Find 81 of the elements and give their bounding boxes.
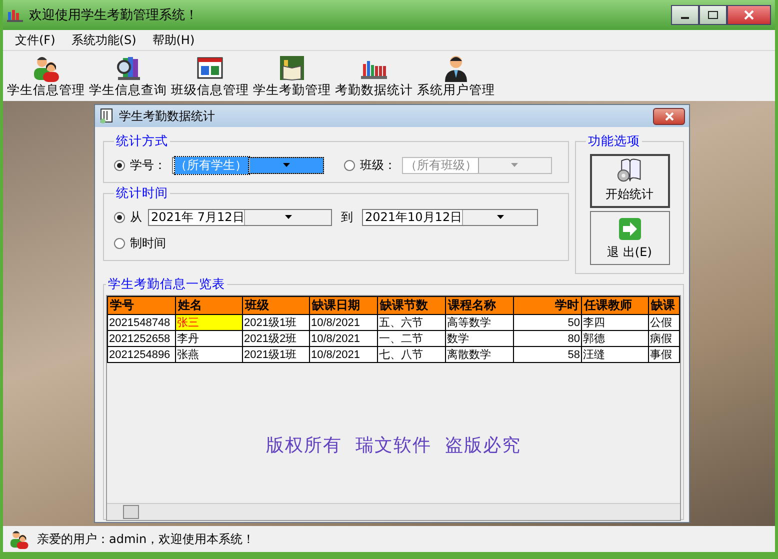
list-group: 学生考勤信息一览表 学号 姓名 班级 缺课日期 缺课节数 课程名称 学时 任课教师 缺课 2021548748 张三 2021级1班 10/8/2021 五、六节 高等数学 50 李四 公假 2021252658 李丹 2021级2班 10/8/2021 一、二节 数学 80 郭德 病假 2021254896 张燕 2021级1班 10/8/2021 七、八节 离散数学 58 汪缝 事假 版权所有 瑞文软件 盗版必究 <box>103 276 684 520</box>
toolbar-button[interactable]: 学生考勤管理 <box>253 51 331 101</box>
table-cell: 2021级1班 <box>242 314 310 330</box>
table-cell: 高等数学 <box>446 314 514 330</box>
column-header[interactable]: 缺课节数 <box>378 296 446 314</box>
radio-button[interactable]: 学号： <box>114 156 166 174</box>
table-cell: 50 <box>514 314 582 330</box>
table-cell: 2021254896 <box>108 346 176 362</box>
caret-icon <box>511 163 518 167</box>
start-button[interactable]: 开始统计 <box>590 154 670 208</box>
toolbar-button[interactable]: 考勤数据统计 <box>335 51 413 101</box>
table-cell: 张燕 <box>176 346 242 362</box>
table-cell: 事假 <box>648 346 680 362</box>
dropdown[interactable]: 2021年 7月12日 <box>148 208 332 226</box>
minimize-button[interactable] <box>671 5 699 25</box>
table-cell: 汪缝 <box>582 346 648 362</box>
radio-button[interactable]: 制时间 <box>114 234 166 252</box>
menu-item[interactable]: 系统功能(S) <box>65 32 142 48</box>
table-cell: 2021252658 <box>108 330 176 346</box>
open-book-icon <box>278 54 306 82</box>
user-icon <box>442 54 470 82</box>
window-title: 欢迎使用学生考勤管理系统！ <box>29 7 198 24</box>
table-cell: 七、八节 <box>378 346 446 362</box>
column-header[interactable]: 缺课日期 <box>310 296 378 314</box>
table-cell: 病假 <box>648 330 680 346</box>
copyright-notice: 版权所有 瑞文软件 盗版必究 <box>265 434 522 457</box>
table-cell: 80 <box>514 330 582 346</box>
caret-icon <box>496 215 504 219</box>
book-icon <box>99 108 115 124</box>
table-cell: 2021548748 <box>108 314 176 330</box>
table-cell: 五、六节 <box>378 314 446 330</box>
to-label: 到 <box>340 208 354 226</box>
maximize-button[interactable] <box>699 5 727 25</box>
toolbar-button[interactable]: 学生信息管理 <box>7 51 85 101</box>
horizontal-scrollbar[interactable] <box>107 503 680 520</box>
table-cell: 10/8/2021 <box>310 314 378 330</box>
table-cell: 一、二节 <box>378 330 446 346</box>
close-icon <box>744 10 754 20</box>
user-status-icon <box>9 529 29 549</box>
table-cell: 张三 <box>176 314 242 330</box>
table-cell: 公假 <box>648 314 680 330</box>
table-cell: 58 <box>514 346 582 362</box>
column-header[interactable]: 任课教师 <box>582 296 648 314</box>
radio-button[interactable]: 从 <box>114 208 142 226</box>
table-cell: 2021级1班 <box>242 346 310 362</box>
close-button[interactable] <box>653 108 685 124</box>
toolbar-button[interactable]: 班级信息管理 <box>171 51 249 101</box>
table-cell: 李丹 <box>176 330 242 346</box>
exit-button[interactable]: 退 出(E) <box>590 211 670 265</box>
close-icon <box>664 112 674 120</box>
dialog-title: 学生考勤数据统计 <box>119 108 215 124</box>
table-cell: 李四 <box>582 314 648 330</box>
app-logo-icon <box>7 8 23 22</box>
table-cell: 10/8/2021 <box>310 330 378 346</box>
column-header[interactable]: 班级 <box>242 296 310 314</box>
arrow-right-icon <box>618 217 642 241</box>
caret-icon <box>284 215 292 219</box>
column-header[interactable]: 课程名称 <box>446 296 514 314</box>
column-header[interactable]: 姓名 <box>176 296 242 314</box>
close-button[interactable] <box>727 5 771 25</box>
table-cell: 10/8/2021 <box>310 346 378 362</box>
table-cell: 2021级2班 <box>242 330 310 346</box>
menu-item[interactable]: 帮助(H) <box>146 32 201 48</box>
time-group: 统计时间 从 2021年 7月12日 到 2021年10月12日 制时间 <box>103 185 569 261</box>
toolbar-button[interactable]: 系统用户管理 <box>417 51 495 101</box>
table-cell: 郭德 <box>582 330 648 346</box>
maximize-icon <box>708 11 718 19</box>
mode-group: 统计方式 学号： （所有学生） 班级： （所有班级） <box>103 133 569 183</box>
column-header[interactable]: 缺课 <box>648 296 680 314</box>
column-header[interactable]: 学号 <box>108 296 176 314</box>
caret-icon <box>282 163 290 167</box>
people-icon <box>32 54 60 82</box>
table-cell: 数学 <box>446 330 514 346</box>
column-header[interactable]: 学时 <box>514 296 582 314</box>
toolbar-button[interactable]: 学生信息查询 <box>89 51 167 101</box>
function-group: 功能选项 开始统计 退 出(E) <box>575 133 684 274</box>
magnifier-books-icon <box>114 54 142 82</box>
status-text: 亲爱的用户：admin，欢迎使用本系统！ <box>37 530 255 548</box>
dropdown[interactable]: 2021年10月12日 <box>362 208 538 226</box>
table-cell: 离散数学 <box>446 346 514 362</box>
menu-item[interactable]: 文件(F) <box>9 32 62 48</box>
